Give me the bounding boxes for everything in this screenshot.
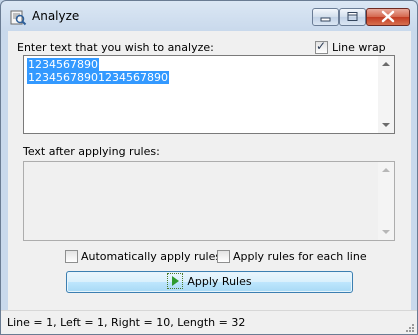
maximize-button[interactable] [339, 8, 366, 26]
line-wrap-label: Line wrap [332, 41, 386, 54]
scroll-up-arrow-icon[interactable] [382, 168, 390, 172]
scroll-down-arrow-icon[interactable] [382, 230, 390, 234]
input-textarea[interactable]: 1234567890 12345678901234567890 [23, 55, 395, 134]
each-line-label: Apply rules for each line [233, 250, 367, 263]
auto-apply-checkbox[interactable] [65, 250, 78, 263]
scroll-up-arrow-icon[interactable] [382, 62, 390, 66]
input-line-2: 12345678901234567890 [27, 71, 169, 84]
output-textarea[interactable] [23, 161, 395, 241]
each-line-checkbox[interactable] [217, 250, 230, 263]
minimize-button[interactable] [312, 8, 339, 26]
input-line-1: 1234567890 [27, 58, 99, 71]
input-scrollbar[interactable] [378, 56, 394, 133]
status-bar: Line = 1, Left = 1, Right = 10, Length =… [1, 310, 417, 334]
close-icon [381, 10, 395, 23]
title-bar[interactable]: Analyze [1, 1, 417, 31]
dialog-content: Enter text that you wish to analyze: Lin… [8, 31, 411, 310]
status-text: Line = 1, Left = 1, Right = 10, Length =… [7, 316, 246, 329]
analyze-app-icon [10, 10, 27, 26]
play-icon [167, 273, 184, 289]
resize-grip-icon[interactable] [405, 323, 415, 333]
scroll-down-arrow-icon[interactable] [382, 123, 390, 127]
output-scrollbar[interactable] [378, 162, 394, 240]
minimize-icon [320, 17, 331, 22]
window-title: Analyze [32, 9, 80, 23]
close-button[interactable] [366, 8, 410, 26]
input-text: 1234567890 12345678901234567890 [27, 58, 169, 84]
apply-rules-label: Apply Rules [187, 275, 252, 288]
output-label: Text after applying rules: [23, 145, 160, 158]
line-wrap-checkbox[interactable] [315, 39, 328, 54]
input-label: Enter text that you wish to analyze: [17, 41, 214, 54]
auto-apply-label: Automatically apply rules [81, 250, 222, 263]
apply-rules-button[interactable]: Apply Rules [66, 271, 353, 293]
maximize-icon [347, 12, 358, 21]
analyze-window: Analyze Enter text that you wish to anal… [0, 0, 418, 335]
